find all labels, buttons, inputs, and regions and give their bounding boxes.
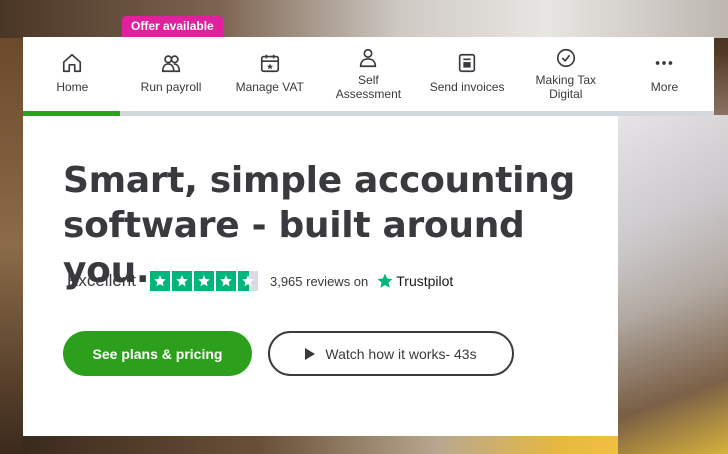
- nav-item-run-payroll[interactable]: Run payroll: [122, 37, 221, 111]
- product-nav: Home Run payroll Manage VAT Self Assessm…: [23, 37, 714, 111]
- nav-item-manage-vat[interactable]: Manage VAT: [220, 37, 319, 111]
- checkmark-circle-icon: [555, 47, 577, 69]
- nav-item-label: Manage VAT: [235, 80, 304, 94]
- nav-item-label: Run payroll: [140, 80, 202, 94]
- nav-item-label: Home: [56, 80, 89, 94]
- home-icon: [61, 52, 83, 74]
- nav-item-more[interactable]: More: [615, 37, 714, 111]
- watch-video-button[interactable]: Watch how it works- 43s: [268, 331, 514, 376]
- nav-item-label: Making Tax Digital: [535, 73, 597, 101]
- trustpilot-logo[interactable]: Trustpilot: [376, 272, 453, 290]
- rating-stars: [149, 271, 258, 291]
- invoice-icon: [456, 52, 478, 74]
- nav-item-send-invoices[interactable]: Send invoices: [418, 37, 517, 111]
- hero-card: Smart, simple accounting software - buil…: [23, 116, 618, 436]
- nav-item-label: Self Assessment: [335, 73, 402, 101]
- trustpilot-label: Trustpilot: [396, 273, 454, 289]
- review-count: 3,965 reviews on: [269, 273, 369, 289]
- play-icon: [305, 347, 316, 360]
- background-photo-right: [618, 115, 728, 454]
- background-photo-bottom: [23, 436, 618, 454]
- half-star-icon: [237, 271, 258, 291]
- nav-item-making-tax-digital[interactable]: Making Tax Digital: [516, 37, 615, 111]
- star-icon: [215, 271, 236, 291]
- person-icon: [357, 47, 379, 69]
- background-photo-top: [0, 0, 728, 38]
- see-plans-pricing-button[interactable]: See plans & pricing: [63, 331, 252, 376]
- nav-item-home[interactable]: Home: [23, 37, 122, 111]
- background-photo-left: [0, 38, 23, 454]
- rating-word: Excellent: [67, 271, 136, 290]
- people-icon: [160, 52, 182, 74]
- nav-item-self-assessment[interactable]: Self Assessment: [319, 37, 418, 111]
- calendar-icon: [259, 52, 281, 74]
- star-icon: [171, 271, 192, 291]
- star-icon: [149, 271, 170, 291]
- offer-available-badge: Offer available: [122, 16, 223, 37]
- star-icon: [193, 271, 214, 291]
- watch-video-label: Watch how it works- 43s: [325, 345, 477, 362]
- more-dots-icon: [653, 52, 675, 74]
- nav-item-label: Send invoices: [429, 80, 505, 94]
- trustpilot-star-icon: [377, 273, 393, 288]
- trustpilot-rating: Excellent 3,965 reviews on Trustpilot: [67, 270, 453, 292]
- nav-item-label: More: [650, 80, 679, 94]
